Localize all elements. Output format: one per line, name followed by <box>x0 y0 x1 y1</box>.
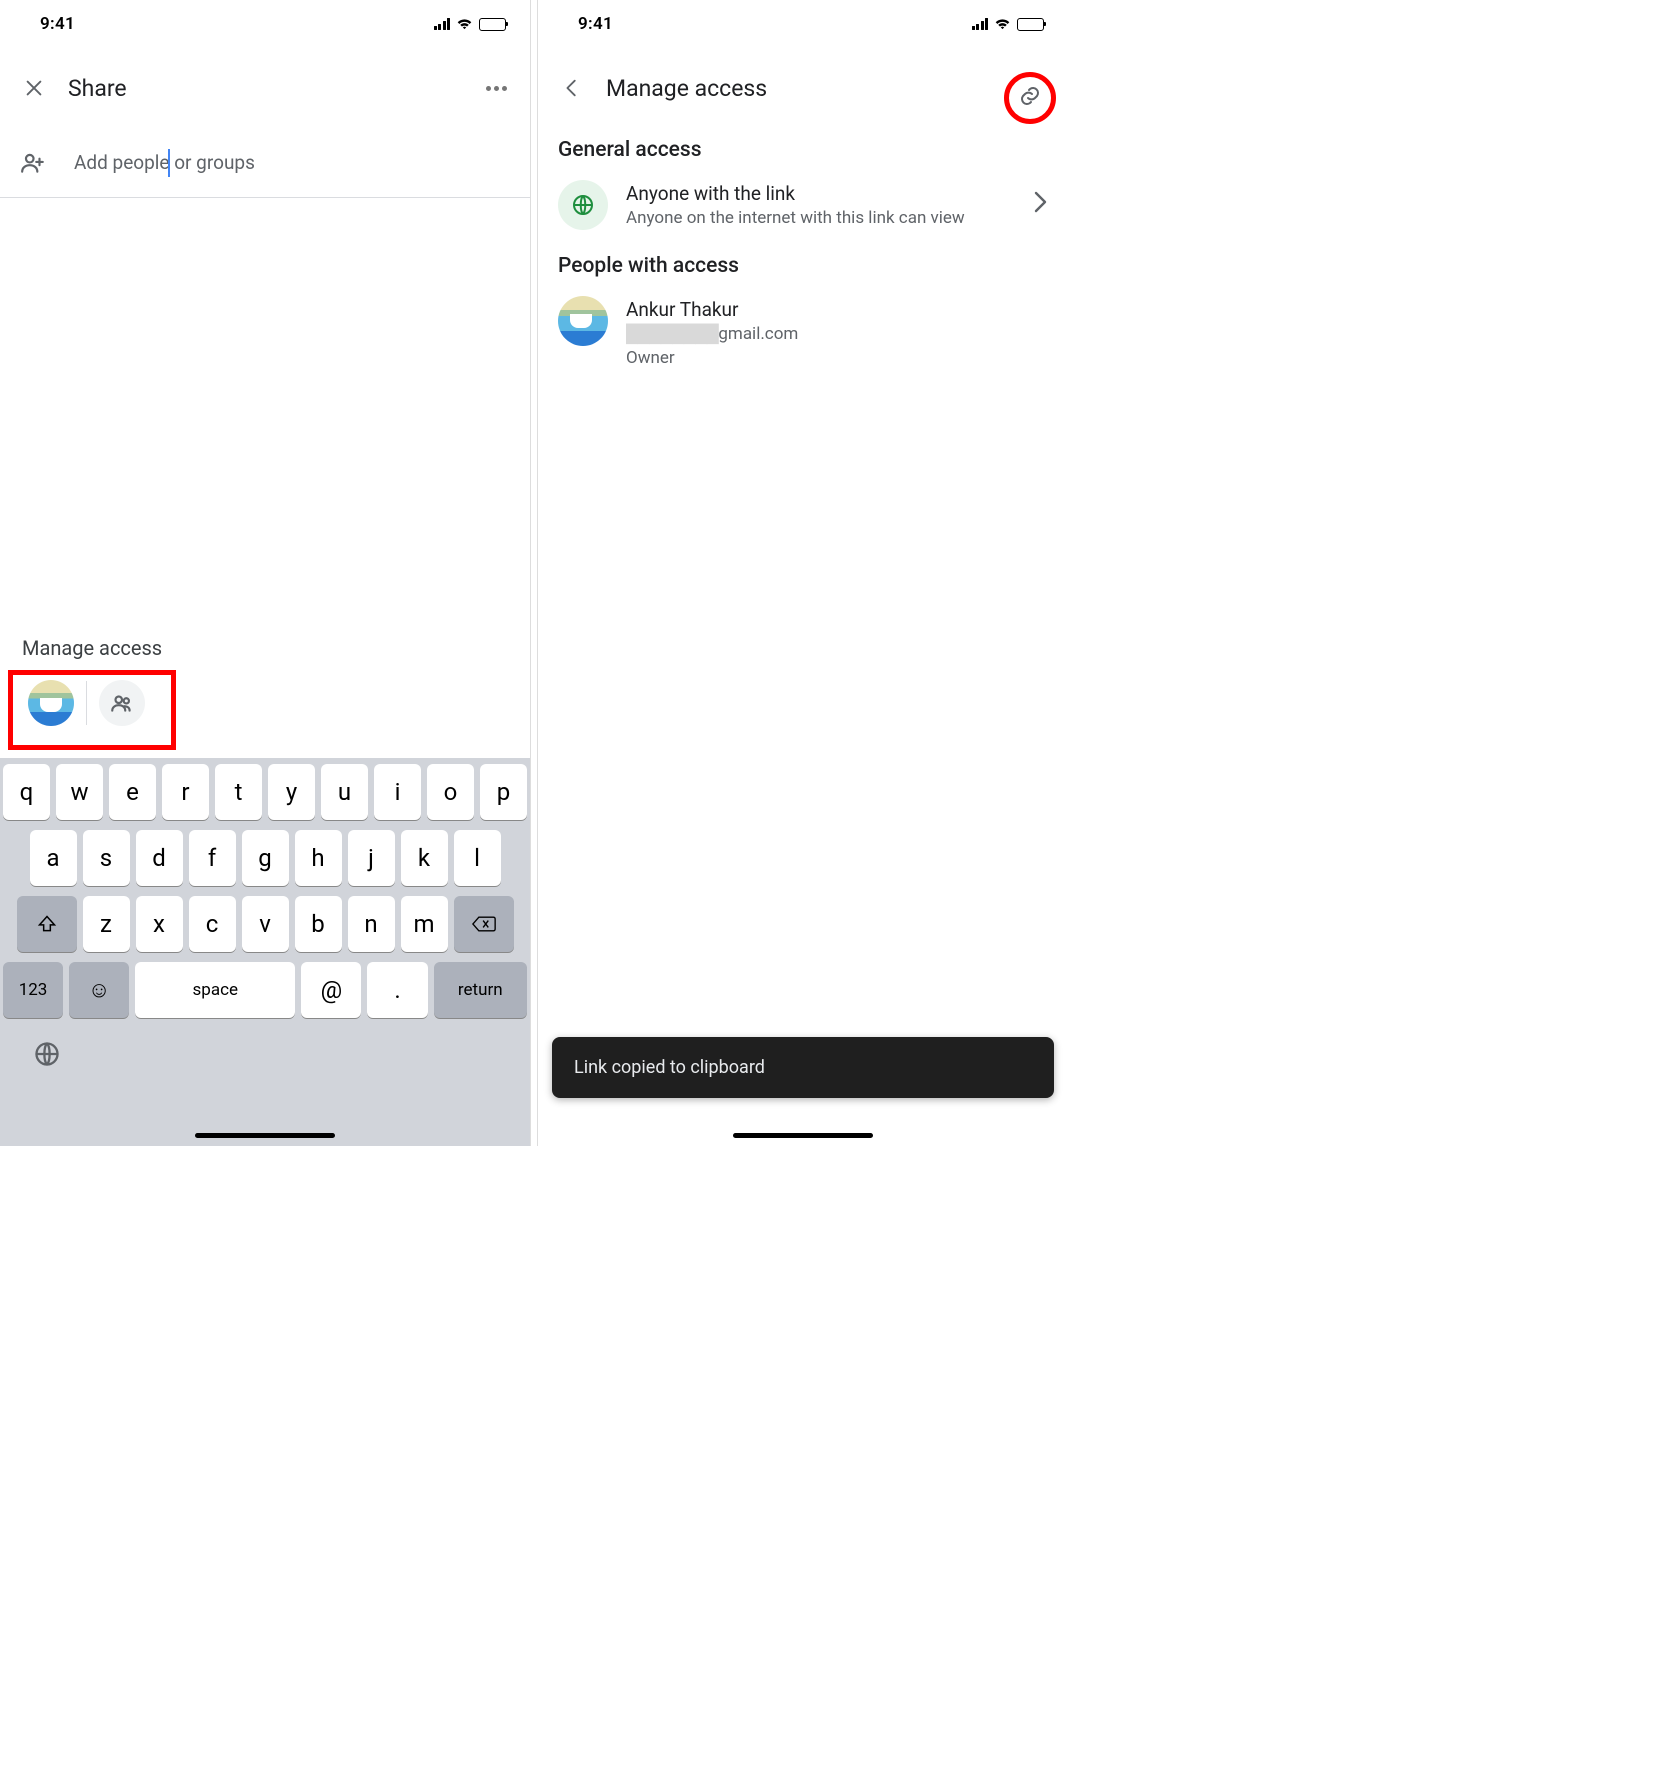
person-avatar <box>558 296 608 346</box>
key-x[interactable]: x <box>136 896 183 952</box>
key-z[interactable]: z <box>83 896 130 952</box>
keyboard-row-4: 123 ☺ space @ . return <box>3 962 527 1018</box>
emoji-key[interactable]: ☺ <box>69 962 129 1018</box>
return-key[interactable]: return <box>434 962 527 1018</box>
copy-link-button[interactable] <box>1018 84 1042 112</box>
key-l[interactable]: l <box>454 830 501 886</box>
status-time: 9:41 <box>578 14 613 34</box>
general-access-desc: Anyone on the internet with this link ca… <box>626 207 1016 230</box>
key-i[interactable]: i <box>374 764 421 820</box>
cellular-icon <box>434 18 451 30</box>
key-n[interactable]: n <box>348 896 395 952</box>
manage-header: Manage access <box>538 48 1068 128</box>
share-header: Share <box>0 48 530 128</box>
status-indicators <box>972 18 1045 31</box>
link-icon <box>1018 84 1042 108</box>
key-k[interactable]: k <box>401 830 448 886</box>
back-button[interactable] <box>558 74 586 102</box>
manage-access-screen: 9:41 Manage access General access <box>538 0 1068 1146</box>
key-w[interactable]: w <box>56 764 103 820</box>
annotation-highlight-circle <box>1004 72 1056 124</box>
close-icon <box>23 77 45 99</box>
key-g[interactable]: g <box>242 830 289 886</box>
toast: Link copied to clipboard <box>552 1037 1054 1098</box>
backspace-icon <box>472 914 496 934</box>
home-indicator[interactable] <box>733 1133 873 1138</box>
globe-badge <box>558 180 608 230</box>
globe-icon <box>571 193 595 217</box>
numbers-key[interactable]: 123 <box>3 962 63 1018</box>
key-s[interactable]: s <box>83 830 130 886</box>
keyboard-row-3: z x c v b n m <box>3 896 527 952</box>
ios-keyboard: q w e r t y u i o p a s d f g h j k l <box>0 758 530 1146</box>
key-t[interactable]: t <box>215 764 262 820</box>
manage-access-label: Manage access <box>22 636 508 660</box>
key-h[interactable]: h <box>295 830 342 886</box>
key-f[interactable]: f <box>189 830 236 886</box>
general-access-row[interactable]: Anyone with the link Anyone on the inter… <box>538 176 1068 244</box>
status-time: 9:41 <box>40 14 75 34</box>
wifi-icon <box>456 18 473 30</box>
at-key[interactable]: @ <box>301 962 361 1018</box>
key-v[interactable]: v <box>242 896 289 952</box>
keyboard-row-1: q w e r t y u i o p <box>3 764 527 820</box>
battery-icon <box>1017 18 1044 31</box>
person-role: Owner <box>626 348 1048 368</box>
toast-text: Link copied to clipboard <box>574 1057 765 1078</box>
more-icon <box>486 86 507 91</box>
keyboard-row-2: a s d f g h j k l <box>3 830 527 886</box>
screenshot-divider <box>530 0 538 1146</box>
keyboard-bottom-row <box>3 1028 527 1087</box>
key-e[interactable]: e <box>109 764 156 820</box>
shift-icon <box>37 914 57 934</box>
share-title: Share <box>68 75 462 102</box>
globe-key[interactable] <box>33 1040 61 1075</box>
key-r[interactable]: r <box>162 764 209 820</box>
emoji-icon: ☺ <box>88 977 110 1003</box>
key-y[interactable]: y <box>268 764 315 820</box>
person-add-icon <box>20 150 46 176</box>
key-m[interactable]: m <box>401 896 448 952</box>
home-indicator[interactable] <box>195 1133 335 1138</box>
add-people-row <box>0 128 530 198</box>
space-key[interactable]: space <box>135 962 295 1018</box>
battery-icon <box>479 18 506 31</box>
person-name: Ankur Thakur <box>626 298 1048 321</box>
share-screen: 9:41 Share Manage access <box>0 0 530 1146</box>
shift-key[interactable] <box>17 896 77 952</box>
key-o[interactable]: o <box>427 764 474 820</box>
person-row[interactable]: Ankur Thakur ████████gmail.com Owner <box>538 292 1068 382</box>
status-bar: 9:41 <box>0 0 530 48</box>
manage-title: Manage access <box>606 75 1048 102</box>
globe-icon <box>33 1040 61 1068</box>
key-p[interactable]: p <box>480 764 527 820</box>
close-button[interactable] <box>20 74 48 102</box>
dot-key[interactable]: . <box>367 962 427 1018</box>
general-access-heading: General access <box>538 128 1068 176</box>
status-bar: 9:41 <box>538 0 1068 48</box>
chevron-right-icon <box>1034 190 1048 220</box>
key-d[interactable]: d <box>136 830 183 886</box>
key-q[interactable]: q <box>3 764 50 820</box>
people-access-heading: People with access <box>538 244 1068 292</box>
key-a[interactable]: a <box>30 830 77 886</box>
status-indicators <box>434 18 507 31</box>
general-access-title: Anyone with the link <box>626 182 1016 205</box>
chevron-left-icon <box>561 77 583 99</box>
more-button[interactable] <box>482 74 510 102</box>
key-j[interactable]: j <box>348 830 395 886</box>
key-u[interactable]: u <box>321 764 368 820</box>
key-c[interactable]: c <box>189 896 236 952</box>
annotation-highlight-box <box>8 670 176 750</box>
wifi-icon <box>994 18 1011 30</box>
cellular-icon <box>972 18 989 30</box>
add-people-input[interactable] <box>72 151 510 174</box>
backspace-key[interactable] <box>454 896 514 952</box>
text-cursor <box>168 149 170 177</box>
person-email: ████████gmail.com <box>626 323 1048 346</box>
key-b[interactable]: b <box>295 896 342 952</box>
